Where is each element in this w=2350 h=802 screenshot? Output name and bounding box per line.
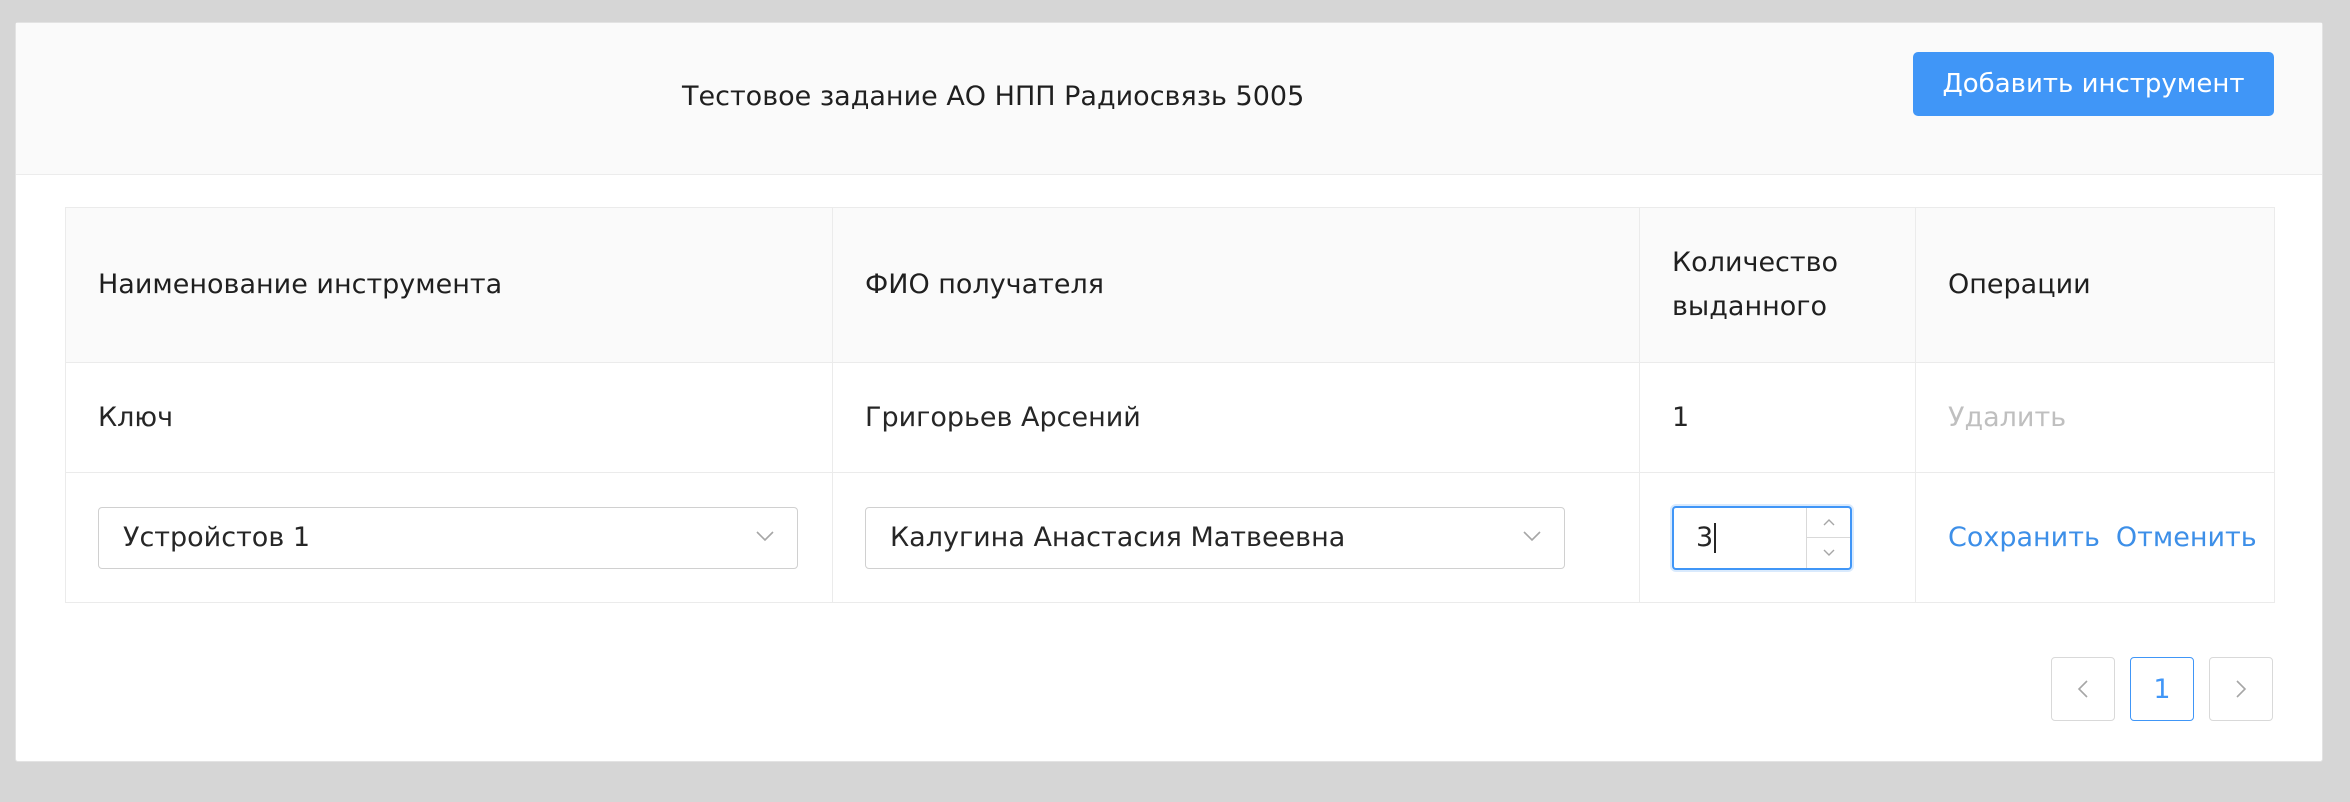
delete-link[interactable]: Удалить bbox=[1948, 402, 2066, 433]
cell-recipient-edit: Калугина Анастасия Матвеевна bbox=[833, 473, 1640, 602]
page-title: Тестовое задание АО НПП Радиосвязь 5005 bbox=[682, 81, 1305, 112]
chevron-down-icon bbox=[1523, 530, 1541, 541]
chevron-up-icon bbox=[1823, 519, 1834, 526]
column-header-quantity: Количество выданного bbox=[1640, 208, 1916, 362]
quantity-input[interactable]: 3 bbox=[1696, 508, 1717, 568]
cell-operations-edit: Сохранить Отменить bbox=[1916, 473, 2274, 602]
cell-quantity: 1 bbox=[1640, 363, 1916, 472]
table-row-editing: Устройстов 1 Калугина Анастасия Матвеевн… bbox=[66, 473, 2274, 602]
quantity-stepper[interactable]: 3 bbox=[1672, 505, 1852, 570]
header: Тестовое задание АО НПП Радиосвязь 5005 … bbox=[16, 23, 2322, 175]
chevron-right-icon bbox=[2236, 680, 2247, 698]
add-tool-button[interactable]: Добавить инструмент bbox=[1913, 52, 2274, 116]
cell-tool-edit: Устройстов 1 bbox=[66, 473, 833, 602]
chevron-down-icon bbox=[756, 530, 774, 541]
table-header-row: Наименование инструмента ФИО получателя … bbox=[66, 208, 2274, 363]
app-card: Тестовое задание АО НПП Радиосвязь 5005 … bbox=[15, 22, 2323, 762]
cell-operations: Удалить bbox=[1916, 363, 2274, 472]
increment-button[interactable] bbox=[1807, 508, 1850, 538]
stepper-handles bbox=[1806, 507, 1850, 568]
cell-tool: Ключ bbox=[66, 363, 833, 472]
column-header-recipient: ФИО получателя bbox=[833, 208, 1640, 362]
chevron-down-icon bbox=[1823, 549, 1834, 556]
column-header-operations: Операции bbox=[1948, 269, 2091, 300]
column-header-tool: Наименование инструмента bbox=[66, 208, 833, 362]
cell-recipient: Григорьев Арсений bbox=[833, 363, 1640, 472]
chevron-left-icon bbox=[2077, 680, 2088, 698]
text-cursor bbox=[1714, 522, 1717, 553]
table-row: Ключ Григорьев Арсений 1 Удалить bbox=[66, 363, 2274, 473]
tool-select[interactable]: Устройстов 1 bbox=[98, 506, 798, 569]
recipient-select[interactable]: Калугина Анастасия Матвеевна bbox=[865, 506, 1565, 569]
quantity-input-value: 3 bbox=[1696, 522, 1714, 553]
pagination-prev-button[interactable] bbox=[2051, 657, 2115, 721]
cancel-link[interactable]: Отменить bbox=[2116, 522, 2257, 553]
tools-table: Наименование инструмента ФИО получателя … bbox=[65, 207, 2275, 603]
cell-quantity-edit: 3 bbox=[1640, 473, 1916, 602]
pagination-next-button[interactable] bbox=[2209, 657, 2273, 721]
recipient-select-value: Калугина Анастасия Матвеевна bbox=[890, 522, 1346, 553]
pagination-page-current[interactable]: 1 bbox=[2130, 657, 2194, 721]
tool-select-value: Устройстов 1 bbox=[123, 522, 310, 553]
save-link[interactable]: Сохранить bbox=[1948, 522, 2100, 553]
decrement-button[interactable] bbox=[1807, 538, 1850, 568]
